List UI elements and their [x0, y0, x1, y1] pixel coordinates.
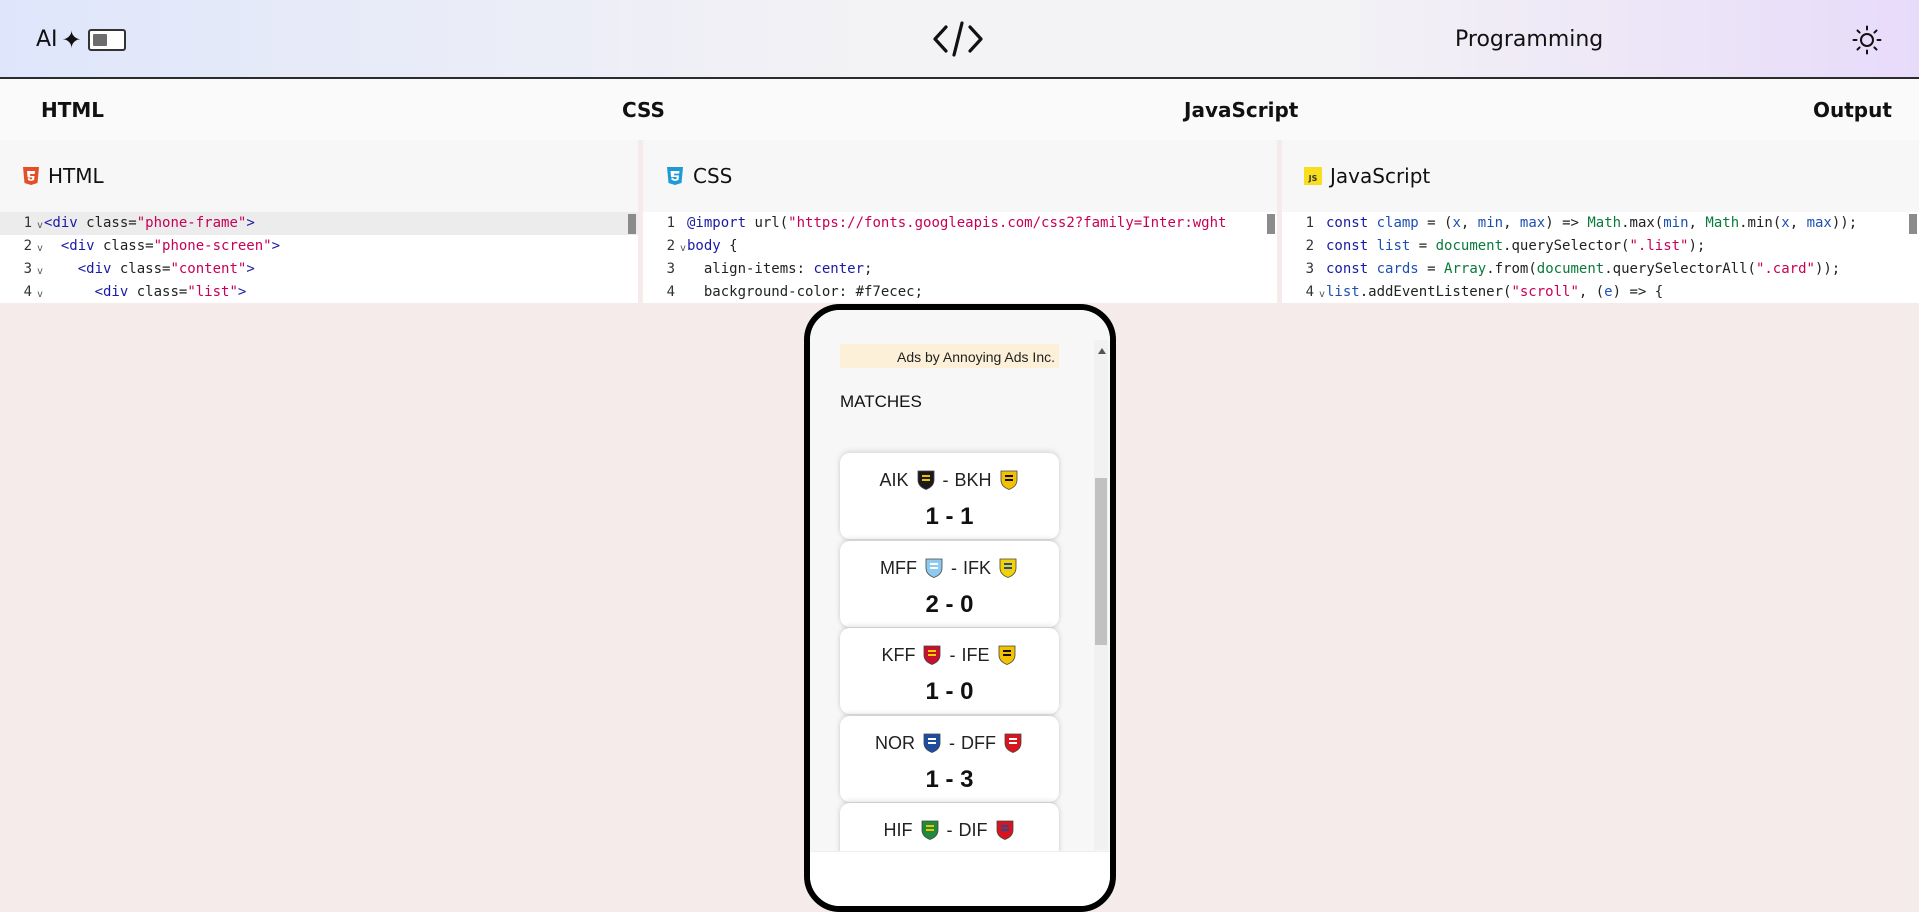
tab-css[interactable]: CSS — [622, 98, 665, 122]
editor-tab-bar: HTML CSS JavaScript Output — [0, 79, 1919, 140]
css-editor-title: CSS — [693, 164, 733, 188]
home-team: KFF — [881, 644, 916, 665]
match-teams: MFF - IFK — [840, 557, 1059, 579]
away-team: DFF — [961, 732, 996, 753]
code-line: 3 align-items: center; — [666, 261, 873, 277]
html-editor-title: HTML — [48, 164, 104, 188]
nor-crest-icon — [923, 733, 941, 753]
js-editor: JS JavaScript 1 const clamp = (x, min, ma… — [1282, 140, 1919, 303]
home-team: HIF — [883, 819, 913, 840]
ai-toggle-group[interactable]: AI ✦ — [36, 27, 126, 52]
hif-crest-icon — [921, 820, 938, 840]
code-line: 1 const clamp = (x, min, max) => Math.max… — [1305, 215, 1858, 231]
js-editor-title: JavaScript — [1330, 164, 1431, 188]
match-score: 1 - 3 — [925, 766, 974, 793]
sparkle-icon: ✦ — [61, 25, 82, 54]
code-line: 2 const list = document.querySelector(".l… — [1305, 238, 1706, 254]
team-separator: - — [946, 819, 953, 840]
code-line: 2v <div class="phone-screen"> — [23, 238, 281, 254]
match-card[interactable]: AIK - BKH 1 - 1 — [840, 453, 1059, 539]
list-scrollbar-thumb[interactable] — [1095, 478, 1107, 645]
ife-crest-icon — [998, 645, 1015, 665]
code-line: 2 v body { — [666, 238, 738, 254]
match-score: 2 - 0 — [925, 591, 974, 618]
away-team: IFK — [962, 557, 991, 578]
css-editor-header: CSS — [643, 140, 1277, 212]
html-editor: HTML 1 v <div class="phone-frame"> 2v <div… — [0, 140, 638, 303]
code-line: 4v <div class="list"> — [23, 284, 247, 300]
code-line: 3 const cards = Array.from(document.query… — [1305, 261, 1841, 277]
match-teams: AIK - BKH — [840, 469, 1059, 491]
match-card[interactable]: MFF - IFK 2 - 0 — [840, 541, 1059, 627]
match-card[interactable]: NOR - DFF 1 - 3 — [840, 716, 1059, 802]
js-icon: JS — [1304, 167, 1322, 185]
dff-crest-icon — [1004, 733, 1022, 753]
team-separator: - — [950, 557, 957, 578]
match-teams: NOR - DFF — [840, 732, 1059, 754]
match-card[interactable]: HIF - DIF — [840, 803, 1059, 851]
ai-label: AI — [36, 27, 58, 52]
css3-icon — [667, 167, 683, 185]
toggle-knob — [92, 33, 107, 46]
matches-heading: MATCHES — [840, 392, 922, 411]
tab-html[interactable]: HTML — [41, 98, 104, 122]
away-team: BKH — [954, 469, 992, 490]
css-scrollbar[interactable] — [1267, 214, 1275, 234]
ifk-crest-icon — [999, 558, 1017, 578]
top-bar: AI ✦ Programming — [0, 0, 1919, 79]
css-code-area[interactable]: 1 @import url("https://fonts.googleapis.c… — [643, 212, 1277, 303]
phone-frame: Ads by Annoying Ads Inc. MATCHES AIK - BKH… — [804, 304, 1116, 912]
scroll-up-arrow-icon[interactable] — [1098, 348, 1106, 354]
tab-javascript[interactable]: JavaScript — [1184, 98, 1298, 122]
js-scrollbar[interactable] — [1909, 214, 1917, 234]
topic-title: Programming — [1455, 27, 1604, 52]
js-editor-header: JS JavaScript — [1282, 140, 1919, 212]
svg-text:JS: JS — [1308, 174, 1318, 183]
team-separator: - — [942, 469, 949, 490]
home-team: AIK — [879, 469, 909, 490]
tab-output[interactable]: Output — [1813, 98, 1892, 122]
team-separator: - — [949, 644, 956, 665]
sun-icon[interactable] — [1852, 25, 1882, 55]
dif-crest-icon — [996, 820, 1013, 840]
match-score: 1 - 1 — [925, 503, 974, 530]
home-team: NOR — [875, 732, 915, 753]
match-score: 1 - 0 — [925, 678, 974, 705]
phone-screen[interactable]: Ads by Annoying Ads Inc. MATCHES AIK - BKH… — [810, 310, 1110, 851]
ai-toggle-switch[interactable] — [87, 28, 126, 51]
home-team: MFF — [880, 557, 917, 578]
js-code-area[interactable]: 1 const clamp = (x, min, max) => Math.max… — [1282, 212, 1919, 303]
html-code-area[interactable]: 1 v <div class="phone-frame"> 2v <div clas… — [0, 212, 638, 303]
code-brackets-icon — [933, 21, 983, 57]
match-teams: HIF - DIF — [840, 819, 1059, 841]
code-line: 4 background-color: #f7ecec; — [666, 284, 924, 300]
bkh-crest-icon — [1000, 470, 1017, 490]
kff-crest-icon — [924, 645, 941, 665]
away-team: IFE — [961, 644, 990, 665]
phone-bottom-bar — [810, 851, 1110, 906]
editor-panels: HTML 1 v <div class="phone-frame"> 2v <div… — [0, 140, 1919, 303]
match-teams: KFF - IFE — [840, 644, 1059, 666]
mff-crest-icon — [925, 558, 943, 578]
away-team: DIF — [958, 819, 988, 840]
code-line: 1 @import url("https://fonts.googleapis.c… — [666, 215, 1227, 231]
html-scrollbar[interactable] — [628, 214, 636, 234]
ad-banner[interactable]: Ads by Annoying Ads Inc. — [840, 344, 1059, 368]
code-line: 1 v <div class="phone-frame"> — [0, 212, 638, 235]
css-editor: CSS 1 @import url("https://fonts.googleap… — [643, 140, 1277, 303]
code-line: 3v <div class="content"> — [23, 261, 255, 277]
html-editor-header: HTML — [0, 140, 638, 212]
aik-crest-icon — [917, 470, 934, 490]
html5-icon — [23, 167, 39, 185]
team-separator: - — [949, 732, 955, 753]
match-card[interactable]: KFF - IFE 1 - 0 — [840, 628, 1059, 714]
code-line: 4 v list.addEventListener("scroll", (e) =>… — [1305, 284, 1664, 300]
